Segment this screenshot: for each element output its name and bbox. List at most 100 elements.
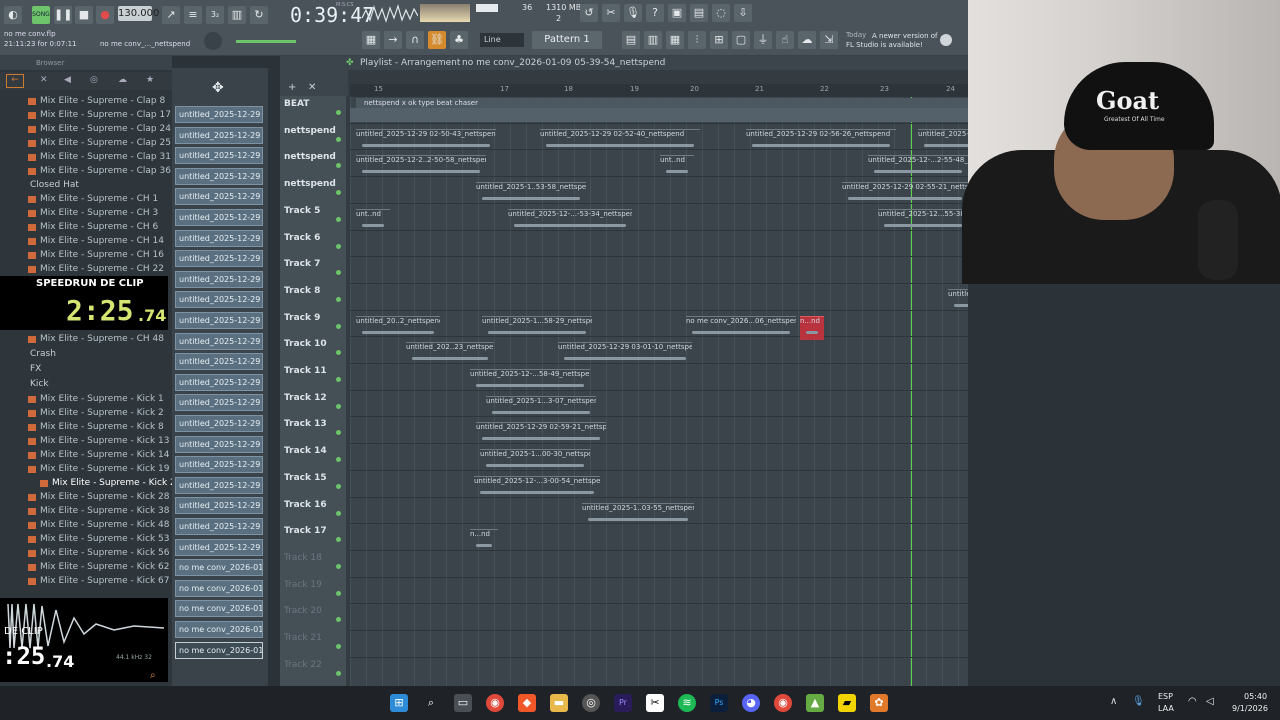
stop-button[interactable]: ■ [75, 6, 93, 24]
audio-clip[interactable]: untitled_2025-12-29 02-50-43_nettspend [356, 128, 496, 153]
metronome-icon[interactable]: ↗ [162, 6, 180, 24]
arrangement-grid[interactable]: nettspend x ok type beat chaser untitled_… [350, 96, 968, 686]
track-mute-led[interactable] [336, 670, 341, 676]
audio-clip[interactable]: untitled_2025-12-...58-49_nettspend [470, 369, 590, 393]
channel-button[interactable]: untitled_2025-12-29 02-... [175, 106, 263, 123]
audio-clip[interactable]: untitled_2025-1...00-30_nettspend [480, 449, 590, 473]
audio-clip[interactable]: untitled_2025-1...58-29_nettspend [482, 315, 592, 340]
speaker-icon[interactable]: ◀ [64, 75, 71, 85]
audio-clip[interactable]: no me conv_2026...06_nettspend [686, 315, 796, 340]
plug-icon[interactable]: ⏚ [754, 31, 772, 49]
pattern-select[interactable]: Pattern 1 [532, 31, 602, 49]
track-name[interactable]: Track 18 [284, 553, 322, 563]
snap-select[interactable]: Line [480, 33, 524, 47]
export-icon[interactable]: ⇩ [734, 4, 752, 22]
channel-button[interactable]: untitled_2025-12-29 03-... [175, 373, 263, 391]
channel-button[interactable]: no me conv_2026-01-09... [175, 641, 263, 659]
brave-icon[interactable]: ◆ [518, 694, 536, 712]
track-name[interactable]: Track 8 [284, 286, 320, 296]
track-mute-led[interactable] [336, 563, 341, 569]
track-name[interactable]: BEAT [284, 99, 309, 109]
master-pitch-knob[interactable] [204, 32, 222, 50]
browser-item-kick[interactable]: Mix Elite - Supreme - Kick 14 [28, 450, 170, 460]
browser-item-clap[interactable]: Mix Elite - Supreme - Clap 36 [28, 166, 171, 176]
premiere-icon[interactable]: Pr [614, 694, 632, 712]
browser-item-ch48[interactable]: Mix Elite - Supreme - CH 48 [28, 334, 164, 344]
wifi-icon[interactable]: ◠ [1188, 696, 1197, 707]
language-variant[interactable]: LAA [1158, 704, 1174, 713]
audio-clip[interactable]: untitled_2025-12-...2-55-48_nett [868, 155, 968, 179]
volume-icon[interactable]: ◁ [1206, 696, 1214, 707]
tempo-display[interactable]: 130.000 [118, 6, 159, 21]
mic-tray-icon[interactable]: 🎙 [1132, 696, 1145, 707]
spotify-icon[interactable]: ≋ [678, 694, 696, 712]
browser-item-kick[interactable]: Mix Elite - Supreme - Kick 8 [28, 422, 164, 432]
browser-item-kick[interactable]: Mix Elite - Supreme - Kick 67 [28, 576, 170, 586]
track-mute-led[interactable] [336, 644, 341, 649]
help-icon[interactable]: ? [646, 4, 664, 22]
track-name[interactable]: Track 15 [284, 473, 327, 483]
cut-icon[interactable]: ✂ [602, 4, 620, 22]
clock[interactable]: 05:40 [1244, 692, 1267, 701]
browser-item-ch[interactable]: Mix Elite - Supreme - CH 3 [28, 208, 158, 218]
countdown-icon[interactable]: 3₂ [206, 6, 224, 24]
browser-item-clap[interactable]: Mix Elite - Supreme - Clap 17 [28, 110, 171, 120]
channel-button[interactable]: untitled_2025-12-29 03-... [175, 456, 263, 474]
back-arrow-icon[interactable]: ← [6, 74, 24, 88]
browser-item-kick[interactable]: Mix Elite - Supreme - Kick 28 [28, 492, 170, 502]
track-name[interactable]: Track 20 [284, 606, 322, 616]
track-mute-led[interactable] [336, 323, 341, 329]
channel-button[interactable]: untitled_2025-12-29 02-... [175, 147, 263, 165]
channel-button[interactable]: untitled_2025-12-29 03-... [175, 435, 263, 453]
channel-button[interactable]: untitled_2025-12-29 03-... [175, 332, 263, 350]
channel-button[interactable]: no me conv_2026-01-09... [175, 621, 263, 638]
browser-item-kick-selected[interactable]: Mix Elite - Supreme - Kick 23 [40, 478, 182, 488]
audio-clip[interactable]: untitled_202..23_nettspend [406, 342, 494, 366]
loop-record-icon[interactable]: ↻ [250, 6, 268, 24]
cloud-icon[interactable]: ☁ [118, 75, 127, 85]
track-name[interactable]: nettspend [284, 126, 336, 136]
track-name[interactable]: Track 16 [284, 500, 327, 510]
undo-icon[interactable]: ↺ [580, 4, 598, 22]
arrangement-name[interactable]: no me conv_2026-01-09 05-39-54_nettspend [462, 56, 665, 70]
move-icon[interactable]: ✥ [212, 80, 224, 96]
touch-icon[interactable]: ☝ [776, 31, 794, 49]
audio-clip[interactable]: n...nd [800, 315, 824, 340]
channel-button[interactable]: untitled_2025-12-29 02-... [175, 229, 263, 247]
browser-item-kick[interactable]: Mix Elite - Supreme - Kick 38 [28, 506, 170, 516]
browser-icon[interactable]: ⊞ [710, 31, 728, 49]
audio-clip[interactable]: untitled_2025-1...3-07_nettspend [486, 395, 596, 420]
audio-clip[interactable]: untitled_2025-12...55-38 [878, 208, 968, 233]
browser-item-clap[interactable]: Mix Elite - Supreme - Clap 8 [28, 96, 165, 106]
browser-item-ch[interactable]: Mix Elite - Supreme - CH 14 [28, 236, 164, 246]
browser-item-kick[interactable]: Mix Elite - Supreme - Kick 56 [28, 548, 170, 558]
browser-item-ch[interactable]: Mix Elite - Supreme - CH 6 [28, 222, 158, 232]
audio-clip[interactable]: untitled_2025-12-29 02-56-27_nettspend [948, 288, 968, 313]
track-mute-led[interactable] [336, 243, 341, 249]
folder-crash[interactable]: Crash [30, 349, 56, 359]
discord-icon[interactable]: ◕ [742, 694, 760, 712]
globe-icon[interactable]: ◎ [90, 75, 98, 85]
piano-roll-icon[interactable]: ▥ [644, 31, 662, 49]
app-icon[interactable]: ▲ [806, 694, 824, 712]
folder-closed-hat[interactable]: Closed Hat [30, 180, 79, 190]
track-mute-led[interactable] [336, 403, 341, 409]
track-mute-led[interactable] [336, 483, 341, 489]
stamp-icon[interactable]: ♣ [450, 31, 468, 49]
browser-item-ch[interactable]: Mix Elite - Supreme - CH 16 [28, 250, 164, 260]
channel-rack-icon[interactable]: ▦ [666, 31, 684, 49]
audio-clip[interactable]: untitled_2025-12-2..2-50-58_nettspend [356, 155, 486, 179]
audio-clip[interactable]: untitled_2025-12-29 03-01-10_nettspend [558, 342, 692, 366]
chat-icon[interactable]: ◌ [712, 4, 730, 22]
export-wave-icon[interactable]: ⇲ [820, 31, 838, 49]
track-name[interactable]: Track 19 [284, 580, 322, 590]
channel-button[interactable]: untitled_2025-12-29 02-... [175, 270, 263, 288]
audio-clip[interactable]: unt..nd [660, 155, 694, 179]
date[interactable]: 9/1/2026 [1232, 704, 1268, 713]
audio-clip[interactable]: untitled_2025-12-29 02-52-40_nettspend [540, 128, 700, 153]
track-name[interactable]: Track 12 [284, 393, 327, 403]
track-mute-led[interactable] [336, 590, 341, 596]
star-icon[interactable]: ★ [146, 75, 154, 85]
browser-item-clap[interactable]: Mix Elite - Supreme - Clap 31 [28, 152, 171, 162]
track-name[interactable]: Track 22 [284, 660, 322, 670]
